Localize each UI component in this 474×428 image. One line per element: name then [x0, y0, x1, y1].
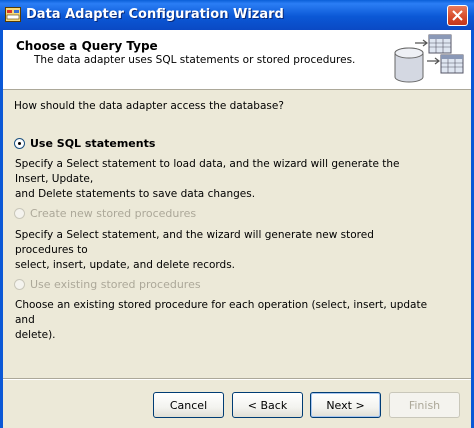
finish-button: Finish [389, 392, 460, 418]
radio-create-new-stored-procedures [14, 208, 25, 219]
description-line: delete). [15, 329, 56, 341]
description-line: Choose an existing stored procedure for … [15, 299, 428, 326]
title-bar[interactable]: Data Adapter Configuration Wizard [0, 0, 474, 30]
description-line: Specify a Select statement, and the wiza… [15, 229, 374, 256]
radio-use-existing-stored-procedures [14, 279, 25, 290]
close-icon [452, 10, 463, 21]
page-title: Choose a Query Type [16, 39, 158, 53]
question-text: How should the data adapter access the d… [14, 100, 284, 112]
option-description: Specify a Select statement, and the wiza… [15, 228, 435, 273]
cancel-button[interactable]: Cancel [153, 392, 224, 418]
description-line: select, insert, update, and delete recor… [15, 259, 236, 271]
wizard-header: Choose a Query Type The data adapter use… [3, 30, 471, 90]
option-description: Specify a Select statement to load data,… [15, 157, 435, 202]
option-label: Create new stored procedures [30, 207, 197, 220]
footer-divider-highlight [3, 379, 471, 380]
radio-use-sql-statements[interactable] [14, 138, 25, 149]
close-button[interactable] [447, 5, 468, 26]
back-button[interactable]: < Back [232, 392, 303, 418]
option-label: Use existing stored procedures [30, 278, 201, 291]
database-table-icon [394, 34, 464, 83]
description-line: and Delete statements to save data chang… [15, 188, 256, 200]
data-adapter-icon [5, 7, 21, 22]
description-line: Specify a Select statement to load data,… [15, 158, 400, 185]
window-title: Data Adapter Configuration Wizard [26, 7, 284, 22]
option-description: Choose an existing stored procedure for … [15, 298, 435, 343]
page-subtitle: The data adapter uses SQL statements or … [34, 54, 356, 66]
option-label[interactable]: Use SQL statements [30, 137, 155, 150]
next-button[interactable]: Next > [310, 392, 381, 418]
